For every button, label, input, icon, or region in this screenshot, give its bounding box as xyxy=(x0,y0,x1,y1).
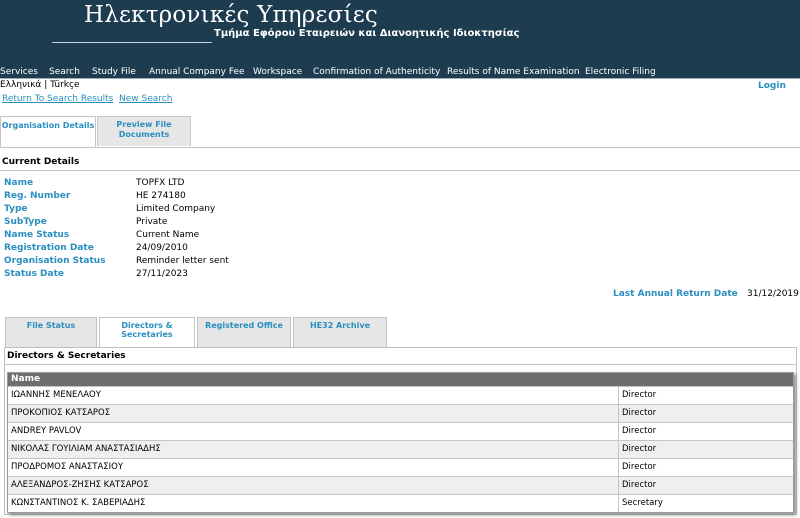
director-role: Director xyxy=(622,426,657,436)
field-label-organisation-status: Organisation Status xyxy=(4,256,106,266)
column-divider xyxy=(618,387,619,404)
nav-divider xyxy=(0,78,800,79)
directors-panel-divider xyxy=(5,364,796,365)
site-title: Ηλεκτρονικές Υπηρεσίες xyxy=(84,2,378,28)
tab-file-status[interactable]: File Status xyxy=(5,317,97,347)
director-role: Director xyxy=(622,480,657,490)
nav-search[interactable]: Search xyxy=(49,67,80,77)
director-name: ΑΛΕΞΑΝΔΡΟΣ-ΖΗΣΗΣ ΚΑΤΣΑΡΟΣ xyxy=(11,480,149,490)
tab-preview-label-line1: Preview File xyxy=(116,120,172,129)
column-divider xyxy=(618,423,619,440)
field-value-organisation-status: Reminder letter sent xyxy=(136,256,229,266)
tab-file-status-label: File Status xyxy=(26,321,76,330)
lang-greek[interactable]: Ελληνικά xyxy=(0,80,41,90)
directors-panel-title: Directors & Secretaries xyxy=(7,351,126,361)
field-value-registration-date: 24/09/2010 xyxy=(136,243,188,253)
nav-electronic-filing[interactable]: Electronic Filing xyxy=(585,67,656,77)
table-row[interactable]: ΠΡΟΚΟΠΙΟΣ ΚΑΤΣΑΡΟΣ Director xyxy=(8,404,793,422)
field-value-name: TOPFX LTD xyxy=(136,178,185,188)
directors-panel: Directors & Secretaries Name ΙΩΑΝΝΗΣ ΜΕΝ… xyxy=(4,347,797,515)
login-link[interactable]: Login xyxy=(758,81,786,91)
nav-study-file[interactable]: Study File xyxy=(92,67,136,77)
language-switcher: Ελληνικά | Türkçe xyxy=(0,80,80,90)
director-role: Director xyxy=(622,390,657,400)
main-nav: Services Search Study File Annual Compan… xyxy=(0,67,800,78)
director-name: ANDREY PAVLOV xyxy=(11,426,82,436)
field-label-type: Type xyxy=(4,204,28,214)
field-value-status-date: 27/11/2023 xyxy=(136,269,188,279)
table-row[interactable]: ΙΩΑΝΝΗΣ ΜΕΝΕΛΑΟΥ Director xyxy=(8,386,793,404)
director-role: Director xyxy=(622,444,657,454)
table-row[interactable]: ΚΩΝΣΤΑΝΤΙΝΟΣ Κ. ΣΑΒΕΡΙΑΔΗΣ Secretary xyxy=(8,494,793,512)
director-role: Director xyxy=(622,462,657,472)
field-label-name: Name xyxy=(4,178,34,188)
current-details-title: Current Details xyxy=(2,157,80,167)
tab-directors-label: Directors & Secretaries xyxy=(121,321,173,339)
nav-workspace[interactable]: Workspace xyxy=(253,67,302,77)
field-label-subtype: SubType xyxy=(4,217,47,227)
column-divider xyxy=(618,459,619,476)
field-value-reg-number: HE 274180 xyxy=(136,191,186,201)
field-label-name-status: Name Status xyxy=(4,230,70,240)
tab-preview-file-documents[interactable]: Preview File Documents xyxy=(97,116,191,146)
lang-separator: | xyxy=(41,80,51,90)
directors-table: Name ΙΩΑΝΝΗΣ ΜΕΝΕΛΑΟΥ Director ΠΡΟΚΟΠΙΟΣ… xyxy=(7,372,794,513)
director-name: ΚΩΝΣΤΑΝΤΙΝΟΣ Κ. ΣΑΒΕΡΙΑΔΗΣ xyxy=(11,498,146,508)
table-header-name: Name xyxy=(8,373,793,386)
tab-organisation-details[interactable]: Organisation Details xyxy=(0,116,96,148)
nav-services[interactable]: Services xyxy=(0,67,38,77)
last-annual-return-label: Last Annual Return Date xyxy=(613,289,738,299)
tab-registered-office-label: Registered Office xyxy=(205,321,283,330)
director-role: Director xyxy=(622,408,657,418)
last-annual-return-value: 31/12/2019 xyxy=(747,289,799,299)
site-subtitle: Τμήμα Εφόρου Εταιρειών και Διανοητικής Ι… xyxy=(214,28,520,39)
nav-results-of-name-examination[interactable]: Results of Name Examination xyxy=(447,67,580,77)
director-role: Secretary xyxy=(622,498,663,508)
director-name: ΠΡΟΚΟΠΙΟΣ ΚΑΤΣΑΡΟΣ xyxy=(11,408,111,418)
header-banner: Ηλεκτρονικές Υπηρεσίες Τμήμα Εφόρου Εται… xyxy=(0,0,800,68)
director-name: ΙΩΑΝΝΗΣ ΜΕΝΕΛΑΟΥ xyxy=(11,390,101,400)
column-divider xyxy=(618,441,619,458)
return-to-search-link[interactable]: Return To Search Results xyxy=(2,94,113,104)
title-divider xyxy=(52,42,212,43)
director-name: ΠΡΟΔΡΟΜΟΣ ΑΝΑΣΤΑΣΙΟΥ xyxy=(11,462,124,472)
tab-directors-secretaries[interactable]: Directors & Secretaries xyxy=(99,317,195,349)
field-label-reg-number: Reg. Number xyxy=(4,191,71,201)
tab-preview-label-line2: Documents xyxy=(118,130,170,139)
column-divider xyxy=(618,495,619,512)
field-value-type: Limited Company xyxy=(136,204,216,214)
column-divider xyxy=(618,405,619,422)
column-divider xyxy=(618,477,619,494)
table-row[interactable]: ΑΛΕΞΑΝΔΡΟΣ-ΖΗΣΗΣ ΚΑΤΣΑΡΟΣ Director xyxy=(8,476,793,494)
lang-turkish[interactable]: Türkçe xyxy=(50,80,79,90)
nav-annual-company-fee[interactable]: Annual Company Fee xyxy=(149,67,245,77)
tab-he32-label: HE32 Archive xyxy=(309,321,371,330)
field-value-subtype: Private xyxy=(136,217,168,227)
field-label-registration-date: Registration Date xyxy=(4,243,94,253)
table-row[interactable]: ΝΙΚΟΛΑΣ ΓΟΥΙΛΙΑΜ ΑΝΑΣΤΑΣΙΑΔΗΣ Director xyxy=(8,440,793,458)
nav-confirmation-of-authenticity[interactable]: Confirmation of Authenticity xyxy=(313,67,440,77)
tab-baseline xyxy=(0,147,800,148)
field-label-status-date: Status Date xyxy=(4,269,65,279)
tab-registered-office[interactable]: Registered Office xyxy=(197,317,291,347)
new-search-link[interactable]: New Search xyxy=(119,94,172,104)
tab-organisation-details-label: Organisation Details xyxy=(1,121,95,130)
director-name: ΝΙΚΟΛΑΣ ΓΟΥΙΛΙΑΜ ΑΝΑΣΤΑΣΙΑΔΗΣ xyxy=(11,444,161,454)
tab-he32-archive[interactable]: HE32 Archive xyxy=(293,317,387,347)
current-details-divider xyxy=(0,170,800,171)
table-row[interactable]: ΠΡΟΔΡΟΜΟΣ ΑΝΑΣΤΑΣΙΟΥ Director xyxy=(8,458,793,476)
field-value-name-status: Current Name xyxy=(136,230,200,240)
table-row[interactable]: ANDREY PAVLOV Director xyxy=(8,422,793,440)
